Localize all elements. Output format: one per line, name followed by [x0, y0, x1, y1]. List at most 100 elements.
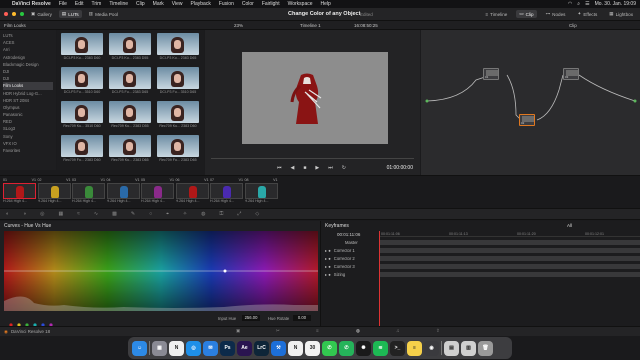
- key-icon[interactable]: ⚿: [220, 211, 224, 217]
- curves-icon[interactable]: ∿: [94, 211, 98, 217]
- calendar-icon[interactable]: 30: [305, 340, 320, 356]
- menu-file[interactable]: File: [59, 1, 67, 7]
- menu-edit[interactable]: Edit: [75, 1, 84, 7]
- edit-page-icon[interactable]: ≡: [316, 328, 319, 333]
- lut-folder-item[interactable]: Olympus: [3, 104, 53, 111]
- lut-thumbnail[interactable]: Rec709 Ku... 2383 D60: [157, 101, 199, 128]
- lut-folder-item[interactable]: LUTs: [3, 32, 53, 39]
- lut-folder-item[interactable]: SLog3: [3, 125, 53, 132]
- keyframe-track-bar[interactable]: [379, 240, 640, 245]
- clip-thumbnail[interactable]: 08 V1 H.264 High 4...: [244, 178, 278, 203]
- menu-color[interactable]: Color: [242, 1, 254, 7]
- rgb-mixer-icon[interactable]: ▦: [58, 211, 63, 217]
- hue-rotate-field[interactable]: 0.00: [293, 315, 311, 321]
- keyframe-track-bar[interactable]: [379, 248, 640, 253]
- qualifier-icon[interactable]: ✎: [131, 211, 135, 217]
- clip-thumbnail[interactable]: 02 V1 H.264 High 4...: [37, 178, 71, 203]
- viewer-image[interactable]: [242, 52, 388, 144]
- davinci-resolve-icon[interactable]: ◉: [424, 340, 439, 356]
- clip-button[interactable]: ▭ Clip: [516, 10, 537, 18]
- lut-thumbnail[interactable]: DCI-P3 Ku... 2383 D55: [109, 33, 151, 60]
- lut-folder-item[interactable]: VFX IO: [3, 140, 53, 147]
- lut-folder-item[interactable]: DJI: [3, 68, 53, 75]
- lut-thumbnail[interactable]: Rec709 Fu... 2383 D65: [157, 135, 199, 162]
- mail-icon[interactable]: ✉: [203, 340, 218, 356]
- menu-fusion[interactable]: Fusion: [219, 1, 234, 7]
- blur-icon[interactable]: ◍: [201, 211, 205, 217]
- preview-icon[interactable]: ▤: [444, 340, 459, 356]
- lut-folder-item[interactable]: Sony: [3, 133, 53, 140]
- lut-thumbnail[interactable]: Rec709 Ku... 2383 D65: [109, 135, 151, 162]
- media-pool-button[interactable]: ▥ Media Pool: [86, 10, 121, 18]
- lut-thumbnail[interactable]: DCI-P3 Fu... 2383 D65: [109, 67, 151, 94]
- lut-folder-item[interactable]: Astrodesign: [3, 54, 53, 61]
- notion-icon[interactable]: N: [169, 340, 184, 356]
- 3d-icon[interactable]: ◇: [255, 211, 259, 217]
- clip-thumbnail[interactable]: 07 V1 H.264 High 4...: [210, 178, 243, 203]
- keyframe-track[interactable]: ▸ ● Corrector 2: [325, 255, 640, 262]
- color-wheels-icon[interactable]: ◎: [40, 211, 44, 217]
- keyframe-playhead[interactable]: [379, 231, 380, 326]
- lut-folder-item[interactable]: Panasonic: [3, 111, 53, 118]
- lightroom-classic-icon[interactable]: LrC: [254, 340, 269, 356]
- notion-icon[interactable]: N: [288, 340, 303, 356]
- lut-folder-item[interactable]: DJI: [3, 75, 53, 82]
- menu-timeline[interactable]: Timeline: [109, 1, 128, 7]
- node-01[interactable]: 01: [483, 68, 499, 80]
- sizing-icon[interactable]: ⤢: [237, 211, 241, 217]
- motion-effects-icon[interactable]: ≈: [77, 211, 80, 217]
- photoshop-icon[interactable]: Ps: [220, 340, 235, 356]
- finder-icon[interactable]: ☺: [132, 340, 147, 356]
- zoom-level[interactable]: 23%: [234, 23, 243, 28]
- effects-button[interactable]: ✦ Effects: [574, 10, 600, 18]
- keyframe-track-bar[interactable]: [379, 256, 640, 261]
- menu-mark[interactable]: Mark: [153, 1, 164, 7]
- close-window-button[interactable]: [4, 12, 8, 16]
- clip-thumbnail[interactable]: 05 V1 H.264 High 4...: [141, 178, 174, 203]
- whatsapp-icon[interactable]: ✆: [339, 340, 354, 356]
- lut-folder-item[interactable]: Blackmagic Design: [3, 61, 53, 68]
- color-page-icon[interactable]: ◍: [356, 328, 360, 334]
- messages-icon[interactable]: ✆: [322, 340, 337, 356]
- camera-raw-icon[interactable]: ◐: [6, 211, 9, 217]
- keyframe-track[interactable]: Master: [325, 239, 640, 246]
- track-toggle-icon[interactable]: ▸ ●: [325, 248, 331, 253]
- trash-icon[interactable]: 🗑: [478, 340, 493, 356]
- track-toggle-icon[interactable]: ▸ ●: [325, 256, 331, 261]
- nodes-button[interactable]: ⊶ Nodes: [543, 10, 569, 18]
- timeline-selector[interactable]: Timeline 1: [300, 23, 321, 28]
- wifi-icon[interactable]: ◠: [568, 1, 572, 7]
- node-03[interactable]: 03: [563, 68, 579, 80]
- clip-thumbnail[interactable]: 03 V1 H.264 High 4...: [72, 178, 105, 203]
- search-icon[interactable]: ⌕: [577, 1, 580, 7]
- files-icon[interactable]: ▥: [461, 340, 476, 356]
- keyframes-filter[interactable]: All: [567, 223, 572, 228]
- lut-folder-item[interactable]: Film Looks: [3, 82, 53, 90]
- control-center-icon[interactable]: ☰: [585, 1, 589, 7]
- lut-folder-item[interactable]: RED: [3, 118, 53, 125]
- menu-help[interactable]: Help: [321, 1, 331, 7]
- lut-thumbnail[interactable]: Rec709 Ku... 2383 D55: [109, 101, 151, 128]
- lut-folder-item[interactable]: Arri: [3, 46, 53, 53]
- keyframe-track[interactable]: ▸ ● Sizing: [325, 271, 640, 278]
- track-toggle-icon[interactable]: ▸ ●: [325, 272, 331, 277]
- xcode-icon[interactable]: ⚒: [271, 340, 286, 356]
- lut-thumbnail[interactable]: DCI-P3 Ku... 2383 D65: [157, 33, 199, 60]
- safari-icon[interactable]: ◎: [186, 340, 201, 356]
- fairlight-page-icon[interactable]: ♫: [396, 328, 399, 333]
- clip-thumbnail[interactable]: 06 V1 H.264 High 4...: [175, 178, 209, 203]
- lut-thumbnail[interactable]: DCI-P3 Fu... 3510 D60: [61, 67, 103, 94]
- menu-playback[interactable]: Playback: [191, 1, 211, 7]
- clip-thumbnail[interactable]: 04 V1 H.264 High 4...: [106, 178, 140, 203]
- spotify-icon[interactable]: ≋: [373, 340, 388, 356]
- menu-fairlight[interactable]: Fairlight: [262, 1, 280, 7]
- gallery-button[interactable]: ▣ Gallery: [28, 10, 55, 18]
- zoom-window-button[interactable]: [20, 12, 24, 16]
- window-icon[interactable]: ○: [149, 211, 152, 217]
- lightbox-button[interactable]: ▦ Lightbox: [606, 10, 636, 18]
- color-match-icon[interactable]: ◑: [23, 211, 26, 217]
- luts-button[interactable]: ▤ LUTs: [58, 10, 82, 18]
- tracker-icon[interactable]: ⌖: [166, 211, 169, 217]
- jump-start-icon[interactable]: ⏮: [277, 165, 282, 171]
- keyframe-track[interactable]: ▸ ● Corrector 3: [325, 263, 640, 270]
